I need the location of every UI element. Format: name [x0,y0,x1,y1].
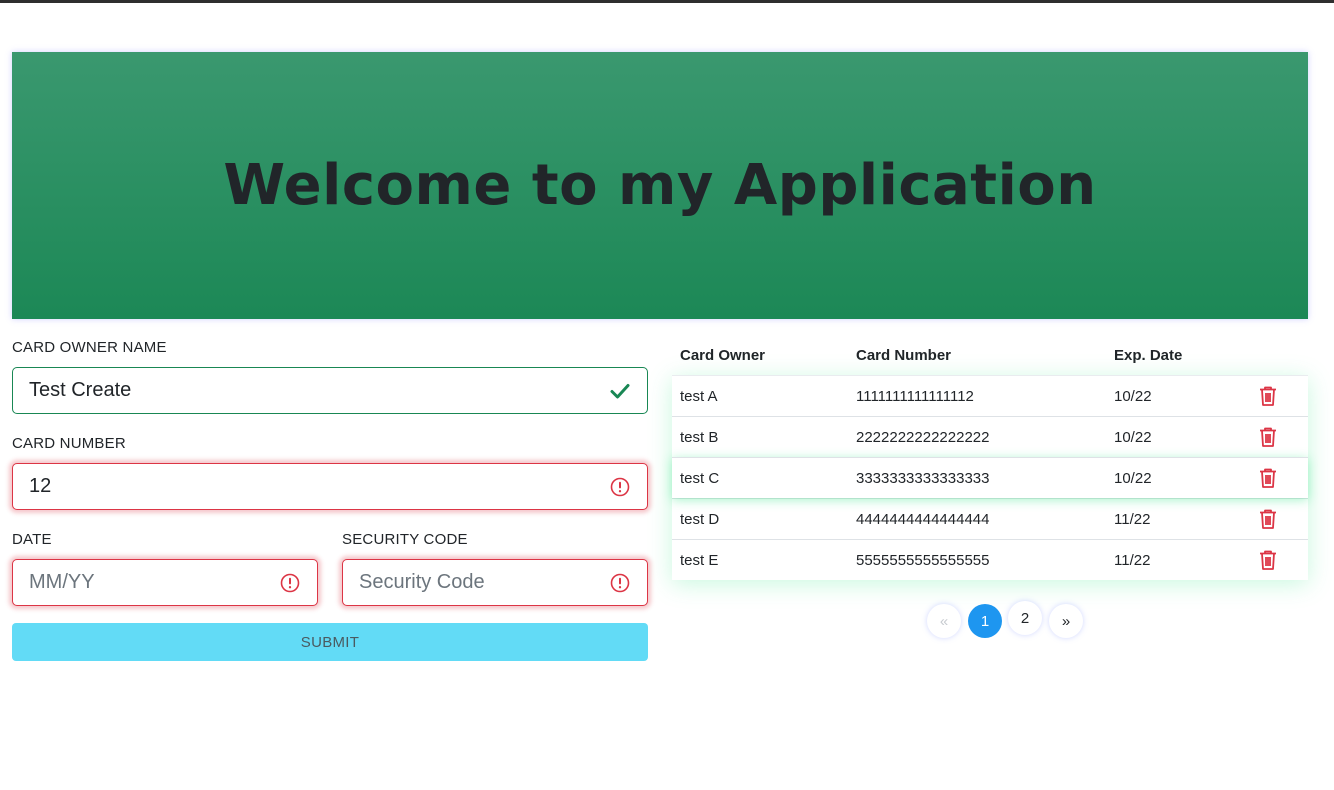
cell-date: 10/22 [1114,470,1152,487]
table-row: test B 2222222222222222 10/22 [672,416,1308,457]
cell-owner: test B [680,429,719,446]
cell-number: 4444444444444444 [856,511,990,528]
page-title: Welcome to my Application [223,153,1097,218]
cell-owner: test D [680,511,720,528]
page-2-button[interactable]: 2 [1008,601,1042,635]
security-code-label: SECURITY CODE [342,531,468,548]
table-row: test E 5555555555555555 11/22 [672,539,1308,580]
trash-icon[interactable] [1258,426,1278,448]
security-code-field-wrapper [342,559,648,606]
owner-name-input[interactable] [29,379,609,402]
cell-date: 11/22 [1114,511,1151,528]
cell-date: 10/22 [1114,388,1152,405]
owner-field-wrapper [12,367,648,414]
trash-icon[interactable] [1258,549,1278,571]
column-header-owner: Card Owner [680,347,766,364]
trash-icon[interactable] [1258,508,1278,530]
date-field-wrapper [12,559,318,606]
cell-owner: test C [680,470,720,487]
cell-number: 3333333333333333 [856,470,990,487]
submit-button[interactable]: SUBMIT [12,623,648,661]
exclamation-circle-icon [609,572,631,594]
owner-label: CARD OWNER NAME [12,339,167,356]
column-header-date: Exp. Date [1114,347,1183,364]
checkmark-icon [609,380,631,402]
table-row: test D 4444444444444444 11/22 [672,498,1308,539]
table-row: test A 1111111111111112 10/22 [672,375,1308,416]
exclamation-circle-icon [609,476,631,498]
cell-date: 11/22 [1114,552,1151,569]
column-header-number: Card Number [856,347,952,364]
table-row: test C 3333333333333333 10/22 [672,457,1308,498]
page-1-button[interactable]: 1 [968,604,1002,638]
cell-number: 5555555555555555 [856,552,990,569]
hero-banner: Welcome to my Application [12,52,1308,319]
trash-icon[interactable] [1258,467,1278,489]
page-prev-button[interactable]: « [927,604,961,638]
date-label: DATE [12,531,52,548]
date-input[interactable] [29,571,279,594]
card-number-field-wrapper [12,463,648,510]
cell-owner: test A [680,388,718,405]
cards-table: test A 1111111111111112 10/22 test B 222… [672,375,1308,580]
security-code-input[interactable] [359,571,609,594]
card-number-input[interactable] [29,475,609,498]
cell-owner: test E [680,552,719,569]
exclamation-circle-icon [279,572,301,594]
cell-date: 10/22 [1114,429,1152,446]
page-next-button[interactable]: » [1049,604,1083,638]
card-number-label: CARD NUMBER [12,435,126,452]
cell-number: 1111111111111112 [856,388,974,405]
trash-icon[interactable] [1258,385,1278,407]
top-border [0,0,1334,3]
cell-number: 2222222222222222 [856,429,990,446]
